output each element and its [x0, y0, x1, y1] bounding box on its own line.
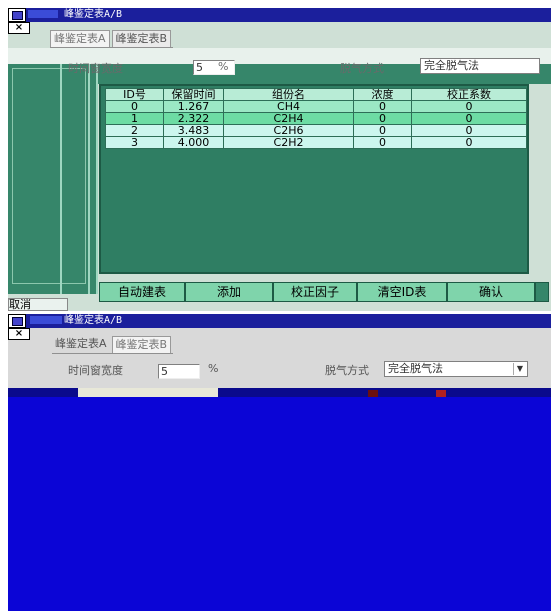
degas-label: 脱气方式: [340, 62, 384, 75]
cell: C2H6: [223, 124, 354, 137]
header-fragment: [78, 388, 218, 397]
cell: 0: [411, 112, 527, 125]
time-window-input[interactable]: 5: [193, 60, 235, 75]
cell: 0: [353, 124, 412, 137]
cell: C2H4: [223, 112, 354, 125]
cell: 0: [353, 112, 412, 125]
time-window-input[interactable]: 5: [158, 364, 200, 379]
cell: 2.322: [163, 112, 224, 125]
close-button[interactable]: ×: [8, 22, 30, 34]
cell: 2: [105, 124, 164, 137]
tab-peak-table-b[interactable]: 峰鉴定表B: [111, 336, 172, 353]
title-bar[interactable]: 峰鉴定表A/B ×: [8, 8, 551, 34]
cancel-button[interactable]: 取消: [8, 298, 68, 311]
table-row[interactable]: 0 1.267 CH4 0 0: [105, 100, 527, 113]
col-component-name: 组份名: [223, 88, 354, 101]
add-button[interactable]: 添加: [186, 283, 274, 301]
window-title: 峰鉴定表A/B: [64, 9, 123, 20]
peak-table-window-top: 峰鉴定表A/B × 峰鉴定表A 峰鉴定表B 时间窗宽度 5 % 脱气方式 完全脱…: [8, 8, 551, 311]
col-id: ID号: [105, 88, 164, 101]
degas-select[interactable]: 完全脱气法 ▼: [384, 361, 528, 377]
table-row[interactable]: 3 4.000 C2H2 0 0: [105, 136, 527, 149]
peak-id-table-panel: [8, 397, 551, 611]
panel-lines: [60, 64, 90, 294]
cell: 1: [105, 112, 164, 125]
degas-value: 完全脱气法: [424, 59, 479, 72]
cell: 0: [411, 124, 527, 137]
cell: 0: [411, 136, 527, 149]
cell: C2H2: [223, 136, 354, 149]
correction-factor-button[interactable]: 校正因子: [274, 283, 358, 301]
cell: 0: [411, 100, 527, 113]
app-icon: [8, 314, 26, 328]
cell: 0: [105, 100, 164, 113]
confirm-button[interactable]: 确认: [448, 283, 536, 301]
degas-label: 脱气方式: [325, 364, 369, 377]
title-glitch: [28, 10, 58, 18]
clear-id-table-button[interactable]: 清空ID表: [358, 283, 448, 301]
cell: CH4: [223, 100, 354, 113]
degas-select[interactable]: 完全脱气法: [420, 58, 540, 74]
cell: 4.000: [163, 136, 224, 149]
auto-build-button[interactable]: 自动建表: [100, 283, 186, 301]
cell: 0: [353, 136, 412, 149]
panel-rail-left: [8, 64, 98, 294]
col-concentration: 浓度: [353, 88, 412, 101]
degas-value: 完全脱气法: [388, 362, 443, 375]
time-window-label: 时间窗宽度: [68, 364, 123, 377]
cell: 0: [353, 100, 412, 113]
title-glitch: [30, 316, 62, 324]
title-bar[interactable]: 峰鉴定表A/B ×: [8, 314, 551, 340]
tab-peak-table-b[interactable]: 峰鉴定表B: [111, 30, 172, 47]
tab-strip: 峰鉴定表A 峰鉴定表B: [52, 336, 174, 354]
app-icon: [8, 8, 26, 22]
col-retention-time: 保留时间: [163, 88, 224, 101]
table-row[interactable]: 1 2.322 C2H4 0 0: [105, 112, 527, 125]
percent-unit: %: [218, 60, 229, 73]
close-button[interactable]: ×: [8, 328, 30, 340]
tab-strip: 峰鉴定表A 峰鉴定表B: [50, 30, 174, 48]
cell: 3.483: [163, 124, 224, 137]
time-window-label: 时间窗宽度: [68, 62, 123, 75]
tab-peak-table-a[interactable]: 峰鉴定表A: [50, 30, 110, 47]
table-row[interactable]: 2 3.483 C2H6 0 0: [105, 124, 527, 137]
col-correction-factor: 校正系数: [411, 88, 527, 101]
window-title: 峰鉴定表A/B: [64, 315, 123, 326]
action-button-bar: 自动建表 添加 校正因子 清空ID表 确认: [99, 282, 549, 302]
peak-id-table-panel: ID号 保留时间 组份名 浓度 校正系数 0 1.267 CH4 0 0 1 2: [99, 84, 529, 274]
chevron-down-icon: ▼: [513, 363, 526, 375]
table-header-row: ID号 保留时间 组份名 浓度 校正系数: [105, 88, 527, 101]
cell: 3: [105, 136, 164, 149]
tab-peak-table-a[interactable]: 峰鉴定表A: [52, 336, 110, 353]
percent-unit: %: [208, 362, 219, 375]
cell: 1.267: [163, 100, 224, 113]
peak-id-table: ID号 保留时间 组份名 浓度 校正系数 0 1.267 CH4 0 0 1 2: [105, 88, 527, 149]
